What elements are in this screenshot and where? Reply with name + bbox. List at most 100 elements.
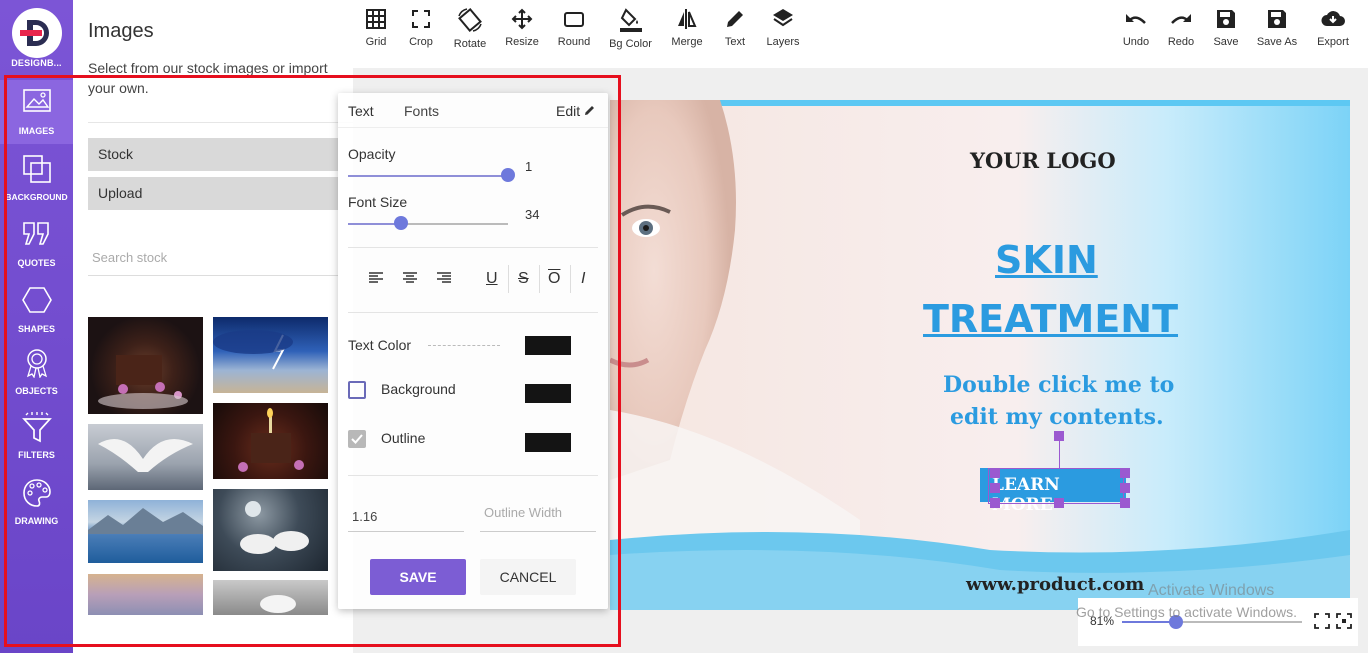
stock-thumbnail-swans-night[interactable] (213, 489, 328, 571)
design-artwork (610, 100, 1350, 610)
background-label: Background (381, 381, 456, 397)
fullscreen-icon[interactable] (1336, 613, 1352, 629)
resize-icon (511, 8, 533, 30)
design-body-line2[interactable]: edit my contents. (950, 404, 1164, 430)
tab-text[interactable]: Text (348, 103, 374, 119)
align-left-button[interactable] (368, 270, 384, 291)
rail-item-objects[interactable]: OBJECTS (0, 340, 73, 404)
edit-link[interactable]: Edit (556, 103, 596, 119)
badge-icon (26, 349, 48, 378)
redo-button[interactable]: Redo (1167, 8, 1195, 48)
edit-label: Edit (556, 103, 581, 119)
resize-handle-bottom-left[interactable] (990, 498, 1000, 508)
text-color-label: Text Color (348, 337, 412, 353)
zoom-slider-track[interactable] (1122, 621, 1302, 623)
rail-item-label: BACKGROUND (5, 192, 68, 202)
opacity-slider-thumb[interactable] (501, 168, 515, 182)
search-stock-input[interactable]: Search stock (88, 240, 338, 276)
resize-handle-bottom-right[interactable] (1120, 498, 1130, 508)
grid-button[interactable]: Grid (365, 8, 387, 48)
underline-button[interactable]: U (486, 270, 498, 288)
stock-thumbnail-swan-water[interactable] (213, 580, 328, 615)
font-size-slider-thumb[interactable] (394, 216, 408, 230)
outline-checkbox[interactable] (348, 430, 366, 448)
rotate-button[interactable]: Rotate (452, 8, 488, 50)
grid-icon (366, 9, 386, 29)
export-button[interactable]: Export (1315, 8, 1351, 48)
design-website-text[interactable]: www.product.com (966, 574, 1144, 595)
resize-handle-top-right[interactable] (1120, 468, 1130, 478)
stock-thumbnail-birthday-cake[interactable] (213, 403, 328, 479)
stock-button[interactable]: Stock (88, 138, 338, 171)
rail-item-background[interactable]: BACKGROUND (0, 146, 73, 210)
design-logo-text[interactable]: YOUR LOGO (970, 148, 1116, 173)
align-right-button[interactable] (436, 270, 452, 291)
text-color-swatch[interactable] (525, 336, 571, 355)
stock-thumbnail-swan-wings[interactable] (88, 424, 203, 490)
tool-label: Grid (365, 36, 387, 48)
font-size-slider-track[interactable] (348, 223, 508, 225)
tab-fonts[interactable]: Fonts (404, 103, 439, 119)
cancel-button[interactable]: CANCEL (480, 559, 576, 595)
rail-item-filters[interactable]: FILTERS (0, 404, 73, 468)
stock-thumbnail-sunset[interactable] (88, 574, 203, 615)
stock-thumbnail-lake[interactable] (88, 500, 203, 563)
strikethrough-button[interactable]: S (518, 270, 529, 288)
font-size-label: Font Size (348, 194, 408, 210)
format-divider (570, 265, 571, 293)
upload-button[interactable]: Upload (88, 177, 338, 210)
resize-handle-top-left[interactable] (990, 468, 1000, 478)
quote-icon (23, 222, 49, 245)
app-logo[interactable]: DESIGNB... (0, 0, 73, 74)
outline-width-input[interactable]: Outline Width (480, 498, 596, 532)
save-icon (1217, 10, 1235, 28)
panel-divider (88, 122, 353, 123)
align-center-button[interactable] (402, 270, 418, 291)
rail-item-images[interactable]: IMAGES (0, 80, 73, 144)
italic-button[interactable]: I (581, 270, 585, 288)
crop-button[interactable]: Crop (407, 8, 435, 48)
design-headline-line2[interactable]: TREATMENT (923, 297, 1178, 341)
merge-icon (678, 9, 697, 29)
overline-button[interactable]: O (548, 270, 560, 288)
rail-item-label: IMAGES (18, 126, 55, 136)
merge-button[interactable]: Merge (669, 8, 705, 48)
stock-thumbnail-chocolate-cake[interactable] (88, 317, 203, 414)
logo-mark (12, 8, 62, 58)
tool-label: Layers (766, 36, 800, 48)
save-button[interactable]: SAVE (370, 559, 466, 595)
design-body-line1[interactable]: Double click me to (943, 372, 1174, 398)
design-canvas[interactable]: YOUR LOGO SKIN TREATMENT Double click me… (610, 100, 1350, 610)
resize-button[interactable]: Resize (505, 8, 539, 48)
save-toolbar-button[interactable]: Save (1213, 8, 1239, 48)
rotation-handle[interactable] (1054, 431, 1064, 441)
bg-color-button[interactable]: Bg Color (608, 8, 653, 50)
fit-screen-icon[interactable] (1314, 613, 1330, 629)
tool-label: Round (557, 36, 591, 48)
undo-button[interactable]: Undo (1121, 8, 1151, 48)
background-checkbox[interactable] (348, 381, 366, 399)
rail-item-quotes[interactable]: QUOTES (0, 212, 73, 276)
palette-icon (23, 479, 51, 507)
rotation-line (1059, 437, 1060, 468)
round-button[interactable]: Round (557, 8, 591, 48)
resize-handle-middle-right[interactable] (1120, 483, 1130, 493)
rail-item-drawing[interactable]: DRAWING (0, 470, 73, 534)
stock-thumbnail-storm[interactable] (213, 317, 328, 393)
text-button[interactable]: Text (723, 8, 747, 48)
outline-color-swatch[interactable] (525, 433, 571, 452)
layers-button[interactable]: Layers (765, 8, 801, 48)
rotate-icon (458, 8, 482, 32)
images-panel: Images Select from our stock images or i… (73, 0, 353, 653)
rail-item-shapes[interactable]: SHAPES (0, 278, 73, 342)
resize-handle-bottom-center[interactable] (1054, 498, 1064, 508)
save-as-button[interactable]: Save As (1256, 8, 1298, 48)
tool-label: Save As (1256, 36, 1298, 48)
design-headline-line1[interactable]: SKIN (995, 238, 1098, 282)
line-height-input[interactable]: 1.16 (348, 498, 464, 532)
background-color-swatch[interactable] (525, 384, 571, 403)
checkmark-icon (351, 434, 363, 444)
resize-handle-middle-left[interactable] (990, 483, 1000, 493)
opacity-slider-track[interactable] (348, 175, 510, 177)
opacity-label: Opacity (348, 146, 396, 162)
